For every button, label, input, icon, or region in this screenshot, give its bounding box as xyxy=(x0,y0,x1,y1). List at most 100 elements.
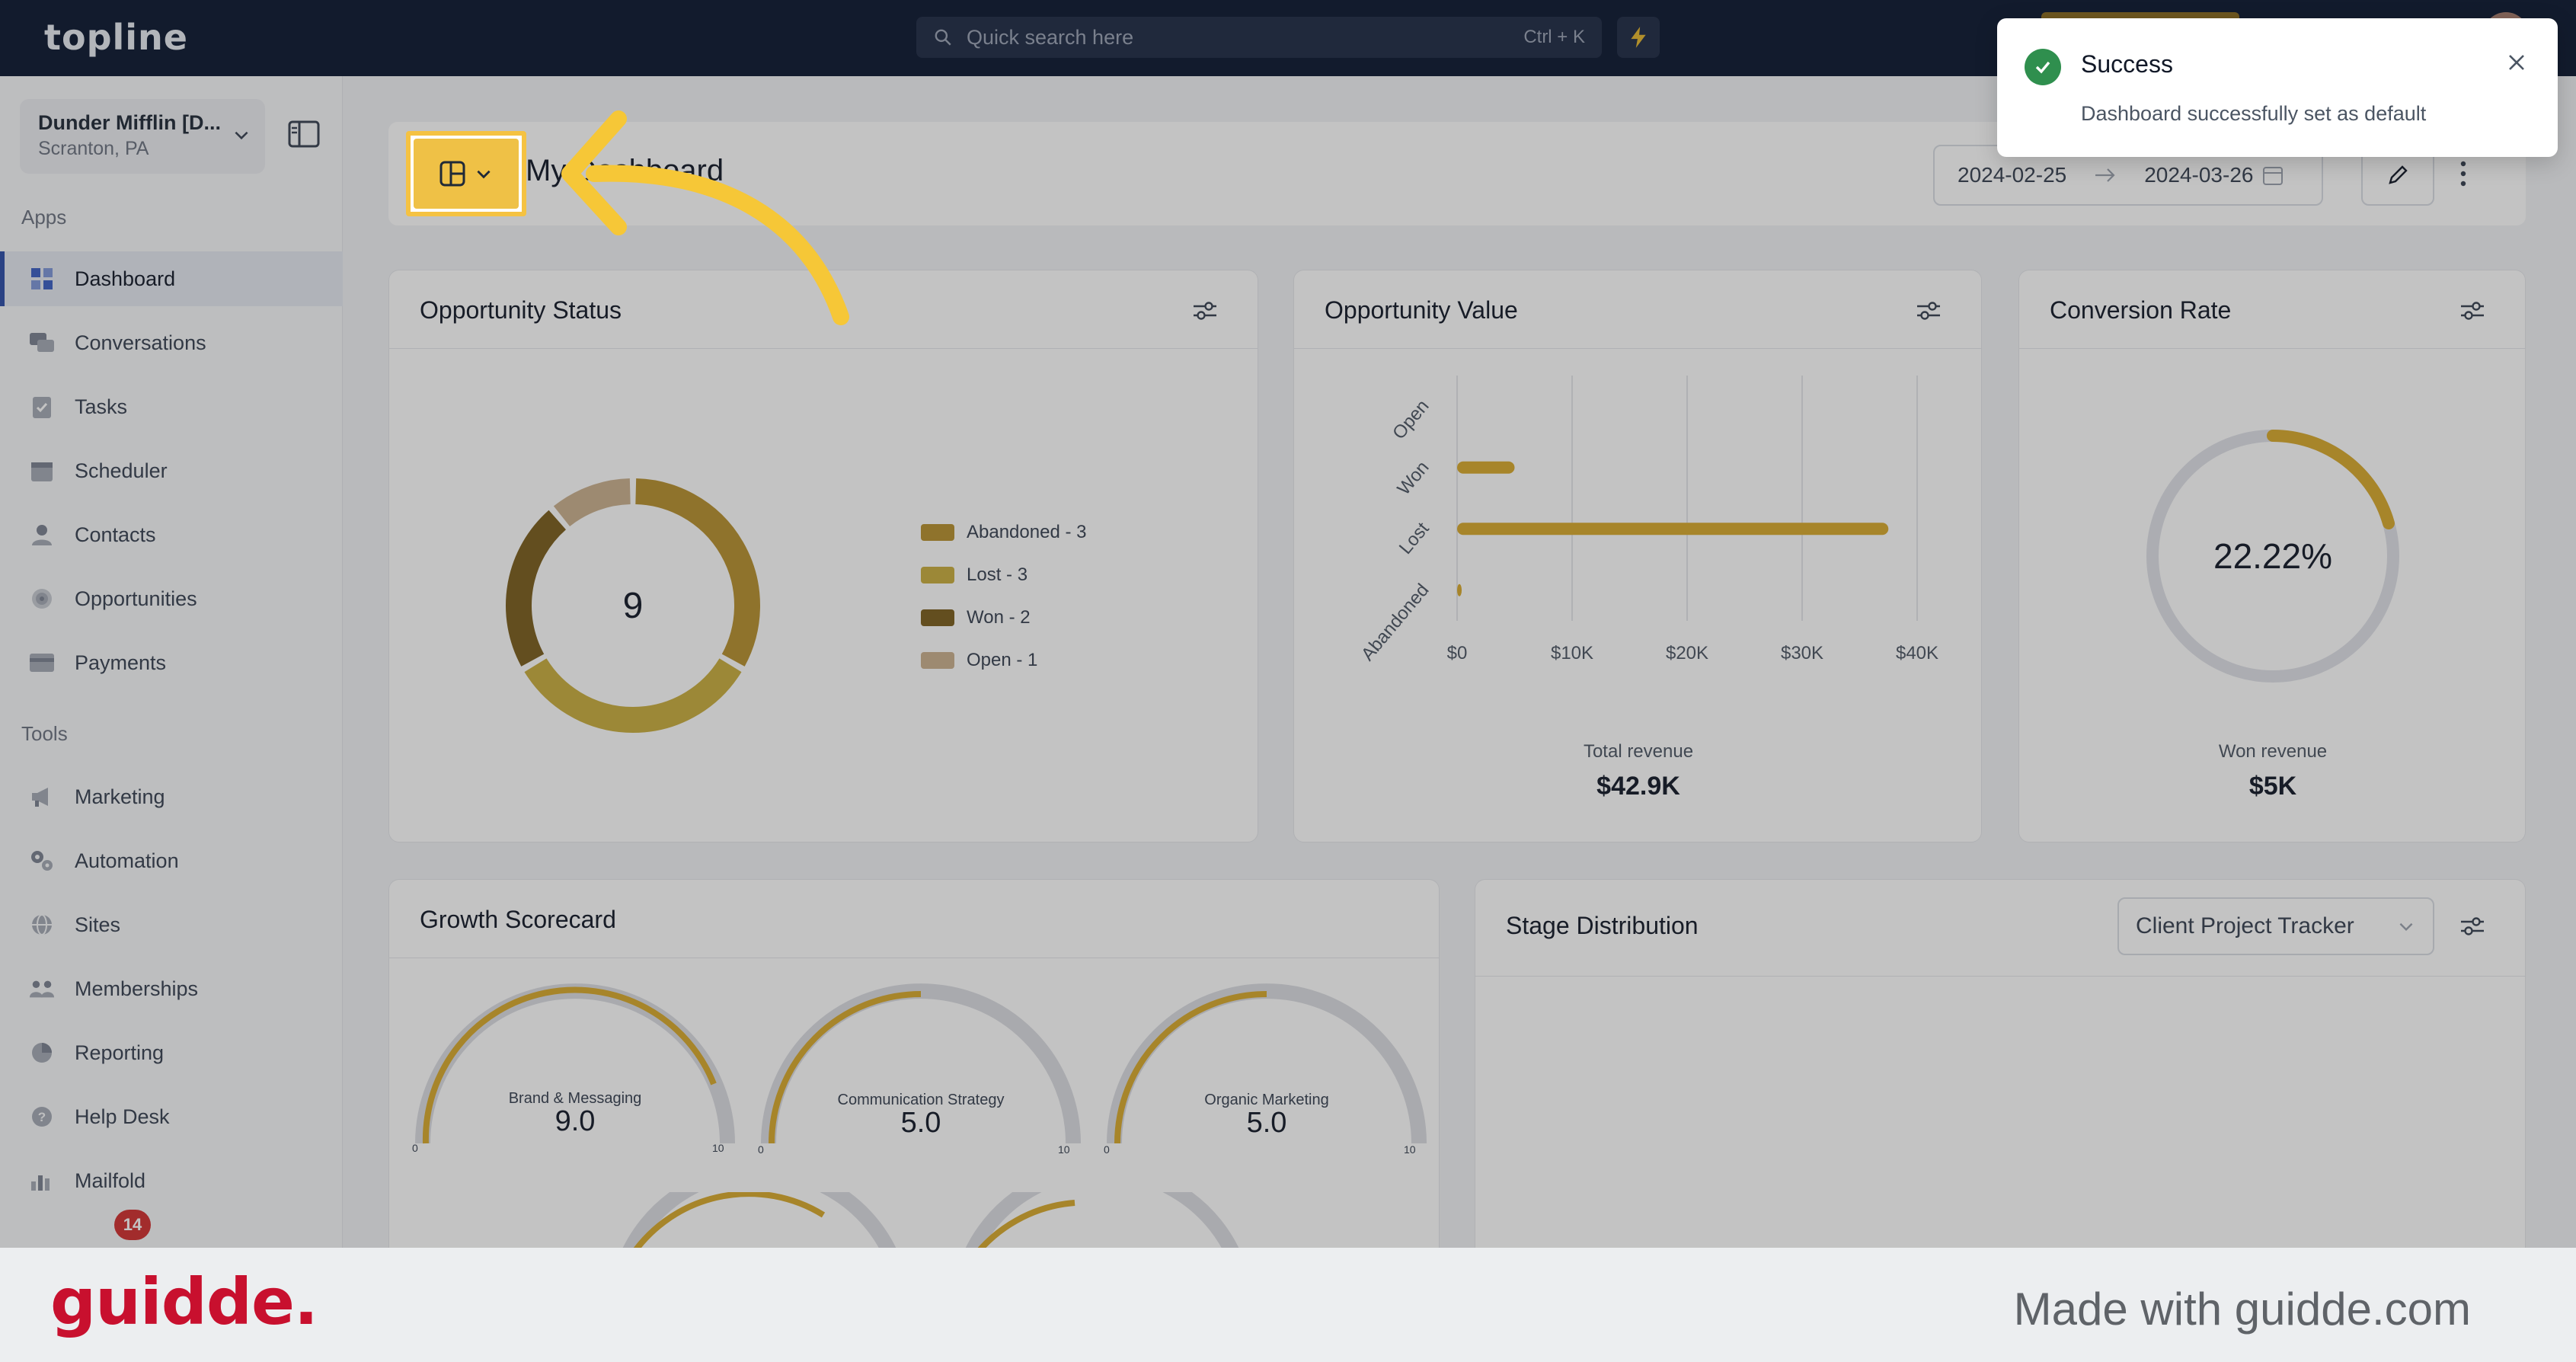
sidebar-item-conversations[interactable]: Conversations xyxy=(0,315,343,370)
filter-icon[interactable] xyxy=(2459,915,2485,938)
sidebar-item-marketing[interactable]: Marketing xyxy=(0,769,343,824)
sidebar-item-dashboard[interactable]: Dashboard xyxy=(0,251,343,306)
apps-section-label: Apps xyxy=(21,206,67,229)
bar-won[interactable] xyxy=(1457,461,1515,474)
pointer-arrow-icon xyxy=(561,110,849,325)
card-title: Conversion Rate xyxy=(2050,296,2232,324)
legend-item: Open - 1 xyxy=(921,650,1037,671)
search-input[interactable]: Quick search here Ctrl + K xyxy=(916,17,1602,58)
chart-icon xyxy=(29,1168,55,1194)
sidebar-item-mailfold[interactable]: Mailfold xyxy=(0,1153,343,1208)
x-tick-label: $10K xyxy=(1551,643,1593,663)
quick-action-button[interactable] xyxy=(1617,17,1660,58)
legend-swatch xyxy=(921,567,954,583)
pencil-icon xyxy=(2389,165,2408,184)
close-icon[interactable] xyxy=(2506,52,2527,73)
success-toast: Success Dashboard successfully set as de… xyxy=(1997,18,2558,157)
filter-icon[interactable] xyxy=(1192,299,1218,322)
sidebar-item-label: Payments xyxy=(75,651,167,674)
sidebar-item-memberships[interactable]: Memberships xyxy=(0,961,343,1016)
card-divider xyxy=(2019,348,2525,349)
donut-slice-lost[interactable] xyxy=(524,658,742,733)
chevron-down-icon xyxy=(235,131,248,140)
sidebar-item-label: Contacts xyxy=(75,523,156,546)
toast-title: Success xyxy=(2081,50,2173,78)
card-title: Growth Scorecard xyxy=(420,906,616,933)
sidebar-item-label: Marketing xyxy=(75,785,165,808)
pipeline-select[interactable]: Client Project Tracker xyxy=(2117,897,2434,955)
sidebar-item-tasks[interactable]: Tasks xyxy=(0,379,343,434)
made-with-text: Made with guidde.com xyxy=(2013,1284,2471,1335)
more-options-icon[interactable] xyxy=(2459,160,2468,187)
layout-icon xyxy=(439,161,465,187)
gauge-value: 9.0 xyxy=(555,1105,596,1137)
donut-chart: 9 xyxy=(506,478,760,733)
opportunity-value-card: Opportunity Value $0 $10K $20K $30K $40K Open… xyxy=(1293,270,1982,842)
gauge-max: 10 xyxy=(1058,1143,1070,1156)
sidebar-item-contacts[interactable]: Contacts xyxy=(0,507,343,562)
account-name: Dunder Mifflin [D... xyxy=(38,111,221,134)
x-tick-label: $30K xyxy=(1781,643,1823,663)
x-tick-label: $0 xyxy=(1447,643,1468,663)
help-icon: ? xyxy=(29,1104,55,1130)
sidebar-item-scheduler[interactable]: Scheduler xyxy=(0,443,343,498)
search-icon xyxy=(935,29,951,46)
people-icon xyxy=(29,976,55,1002)
notification-count-badge: 14 xyxy=(114,1210,151,1240)
gauge-min: 0 xyxy=(1104,1143,1110,1156)
y-category-label: Open xyxy=(1389,396,1433,443)
tasks-icon xyxy=(29,394,55,420)
sidebar-collapse-icon[interactable] xyxy=(288,120,320,148)
sidebar-item-label: Conversations xyxy=(75,331,206,354)
sidebar-item-payments[interactable]: Payments xyxy=(0,635,343,690)
sidebar-item-help-desk[interactable]: ? Help Desk xyxy=(0,1089,343,1144)
won-revenue-value: $5K xyxy=(2248,772,2297,801)
sidebar-item-sites[interactable]: Sites xyxy=(0,897,343,952)
filter-icon[interactable] xyxy=(2459,299,2485,322)
sidebar-item-automation[interactable]: Automation xyxy=(0,833,343,888)
account-location: Scranton, PA xyxy=(38,138,149,159)
won-revenue-label: Won revenue xyxy=(2218,741,2328,762)
sidebar-item-label: Memberships xyxy=(75,977,199,1000)
bar-abandoned[interactable] xyxy=(1457,583,1462,596)
conversion-rate-card: Conversion Rate 22.22% Won revenue $5K xyxy=(2018,270,2526,842)
sidebar-item-opportunities[interactable]: Opportunities xyxy=(0,571,343,626)
legend-item: Lost - 3 xyxy=(921,564,1028,586)
gauge-max: 10 xyxy=(1404,1143,1416,1156)
legend-label: Abandoned - 3 xyxy=(967,522,1087,542)
bar-lost[interactable] xyxy=(1457,523,1889,536)
sidebar-item-reporting[interactable]: Reporting xyxy=(0,1025,343,1080)
sidebar-item-label: Dashboard xyxy=(75,267,176,290)
dashboard-switcher-button[interactable] xyxy=(414,139,519,209)
total-revenue-label: Total revenue xyxy=(1583,741,1694,762)
megaphone-icon xyxy=(29,784,55,810)
sidebar-item-label: Automation xyxy=(75,849,179,872)
app-logo[interactable]: topline xyxy=(44,17,188,58)
chevron-down-icon xyxy=(2399,922,2413,932)
donut-slice-open[interactable] xyxy=(553,478,631,527)
card-title: Opportunity Value xyxy=(1325,296,1518,324)
lightning-icon xyxy=(1631,27,1646,48)
date-start: 2024-02-25 xyxy=(1958,163,2067,187)
person-icon xyxy=(29,522,55,548)
y-category-label: Won xyxy=(1393,457,1433,499)
growth-scorecard-card: Growth Scorecard Brand & Messaging 9.0 0… xyxy=(388,879,1440,1261)
legend-swatch xyxy=(921,652,954,669)
sidebar-item-label: Sites xyxy=(75,913,121,936)
conversion-ring: 22.22% xyxy=(2146,430,2399,683)
y-category-label: Lost xyxy=(1395,519,1433,558)
calendar-icon xyxy=(2263,167,2284,185)
donut-slice-won[interactable] xyxy=(506,510,567,667)
guidde-logo: guidde. xyxy=(50,1264,318,1339)
filter-icon[interactable] xyxy=(1916,299,1942,322)
account-switcher[interactable]: Dunder Mifflin [D... Scranton, PA xyxy=(20,99,265,174)
sidebar-item-label: Tasks xyxy=(75,395,128,418)
x-tick-label: $40K xyxy=(1896,643,1938,663)
gauge-value: 5.0 xyxy=(900,1107,941,1139)
chat-icon xyxy=(29,330,55,356)
donut-center-value: 9 xyxy=(623,586,644,626)
calendar-icon xyxy=(29,458,55,484)
total-revenue-value: $42.9K xyxy=(1596,772,1680,801)
gauge-min: 0 xyxy=(412,1142,418,1154)
donut-slice-abandoned[interactable] xyxy=(635,478,760,667)
